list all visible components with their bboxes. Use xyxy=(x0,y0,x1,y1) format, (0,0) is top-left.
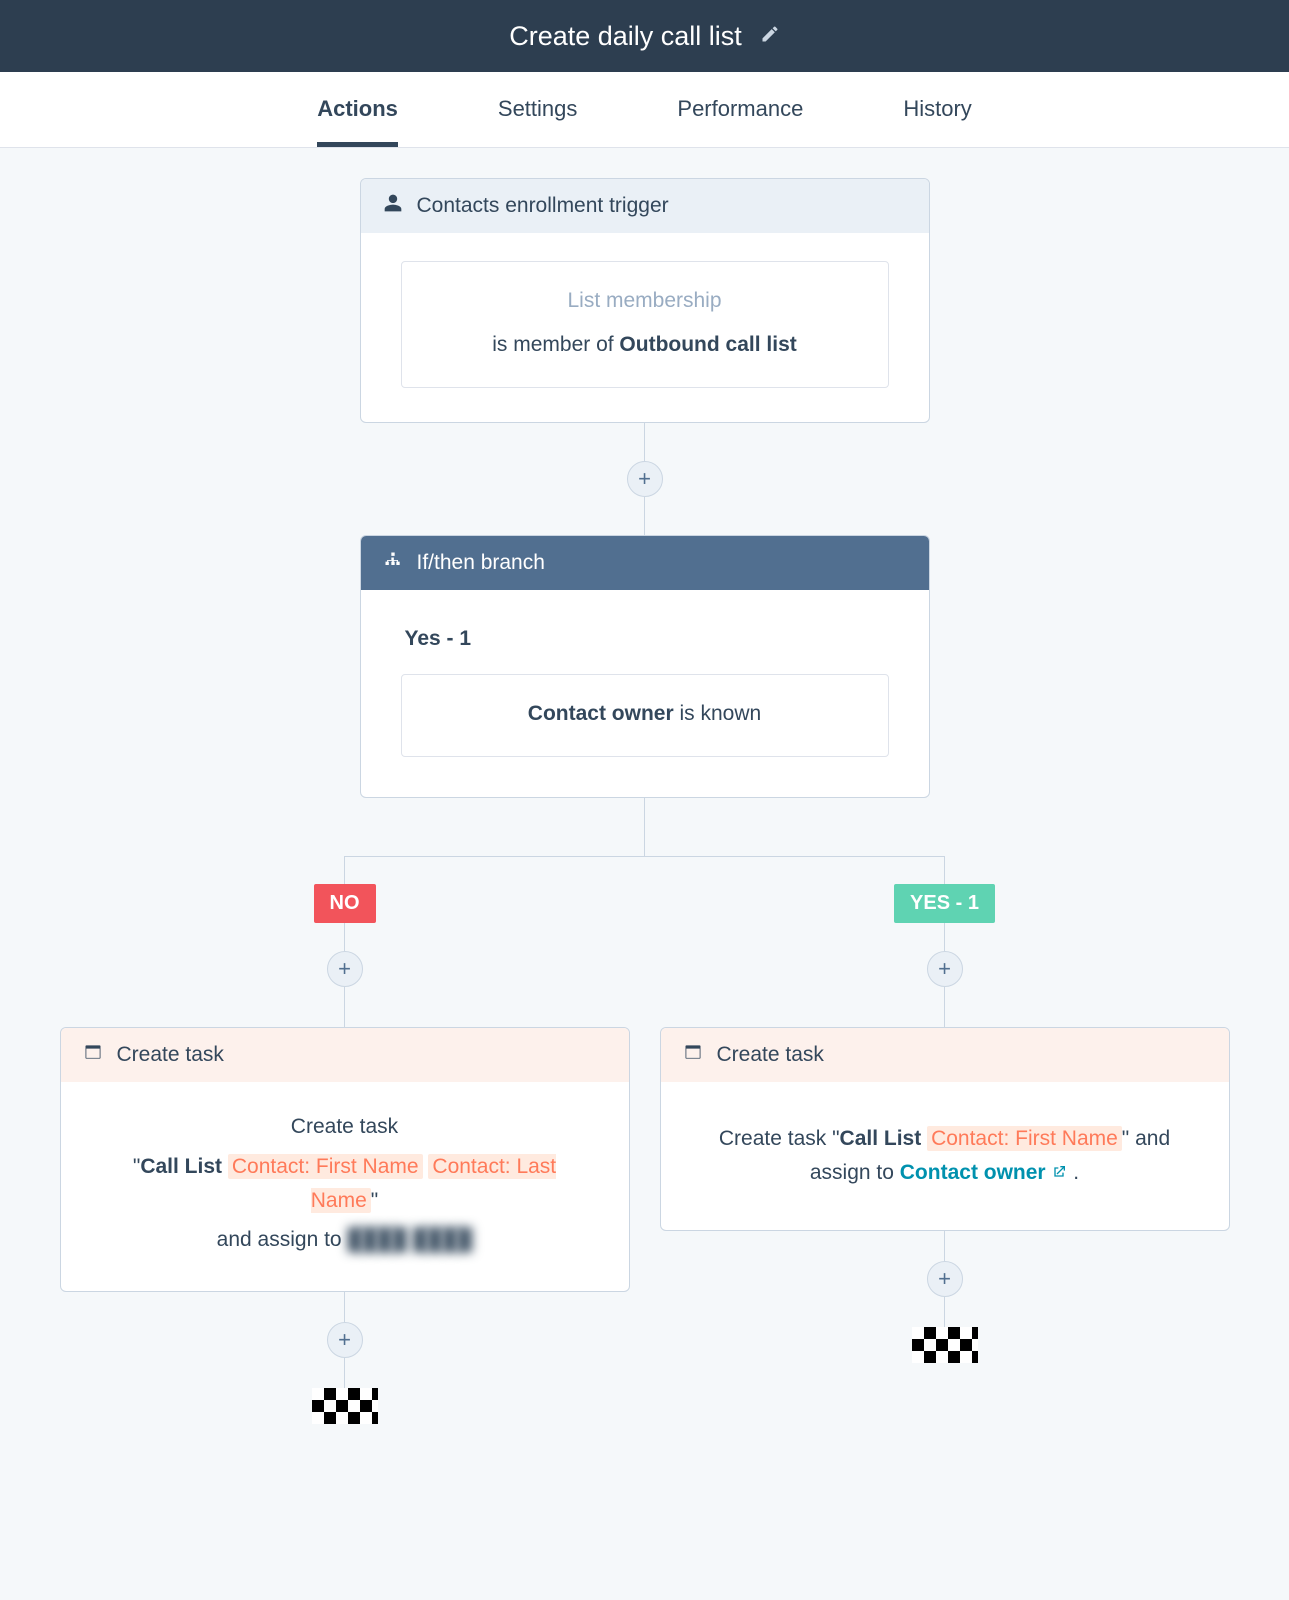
workflow-title: Create daily call list xyxy=(509,21,742,52)
connector xyxy=(344,923,345,951)
branch-no: NO + Create task Create task "Call List … xyxy=(60,856,630,1423)
task-line2: "Call List Contact: First Name Contact: … xyxy=(101,1150,589,1217)
tab-performance[interactable]: Performance xyxy=(677,96,803,147)
connector xyxy=(344,987,345,1027)
window-icon xyxy=(83,1042,103,1068)
sitemap-icon xyxy=(383,550,403,576)
assignee-masked: ████ ████ xyxy=(347,1228,472,1251)
finish-flag-icon xyxy=(912,1327,978,1363)
task-line3: and assign to ████ ████ xyxy=(101,1223,589,1257)
external-link-icon xyxy=(1051,1161,1067,1184)
tab-actions[interactable]: Actions xyxy=(317,96,398,147)
add-action-button[interactable]: + xyxy=(627,461,663,497)
finish-flag-icon xyxy=(312,1388,378,1424)
branch-yes-label: Yes - 1 xyxy=(405,622,889,656)
connector xyxy=(644,497,645,535)
branch-yes: YES - 1 + Create task Create task "Call … xyxy=(660,856,1230,1362)
create-task-card-no[interactable]: Create task Create task "Call List Conta… xyxy=(60,1027,630,1291)
branch-badge-no: NO xyxy=(314,884,376,923)
merge-token-first-name: Contact: First Name xyxy=(927,1126,1122,1151)
workflow-canvas: Contacts enrollment trigger List members… xyxy=(0,148,1289,1576)
branch-badge-yes: YES - 1 xyxy=(894,884,995,923)
connector xyxy=(644,798,645,856)
connector xyxy=(944,1231,945,1261)
connector xyxy=(944,856,945,884)
connector xyxy=(944,923,945,951)
branch-title: If/then branch xyxy=(417,551,545,575)
contact-owner-link[interactable]: Contact owner xyxy=(900,1161,1068,1184)
branch-header: If/then branch xyxy=(361,536,929,590)
task-text: Create task "Call List Contact: First Na… xyxy=(709,1122,1181,1189)
trigger-criteria-box[interactable]: List membership is member of Outbound ca… xyxy=(401,261,889,388)
connector xyxy=(344,1358,345,1388)
branch-card[interactable]: If/then branch Yes - 1 Contact owner is … xyxy=(360,535,930,798)
create-task-card-yes[interactable]: Create task Create task "Call List Conta… xyxy=(660,1027,1230,1230)
add-action-button[interactable]: + xyxy=(327,951,363,987)
trigger-title: Contacts enrollment trigger xyxy=(417,194,669,218)
branch-condition-box[interactable]: Contact owner is known xyxy=(401,674,889,758)
pencil-icon[interactable] xyxy=(760,24,780,49)
add-action-button[interactable]: + xyxy=(927,1261,963,1297)
tab-settings[interactable]: Settings xyxy=(498,96,578,147)
trigger-header: Contacts enrollment trigger xyxy=(361,179,929,233)
connector xyxy=(944,1297,945,1327)
window-icon xyxy=(683,1042,703,1068)
connector xyxy=(344,856,345,884)
merge-token-first-name: Contact: First Name xyxy=(228,1154,423,1179)
task-header: Create task xyxy=(661,1028,1229,1082)
task-header-text: Create task xyxy=(717,1043,824,1067)
add-action-button[interactable]: + xyxy=(327,1322,363,1358)
task-header-text: Create task xyxy=(117,1043,224,1067)
add-action-button[interactable]: + xyxy=(927,951,963,987)
connector xyxy=(344,1292,345,1322)
connector xyxy=(644,423,645,461)
connector xyxy=(944,987,945,1027)
title-bar: Create daily call list xyxy=(0,0,1289,72)
tab-bar: Actions Settings Performance History xyxy=(0,72,1289,148)
contact-icon xyxy=(383,193,403,219)
tab-history[interactable]: History xyxy=(903,96,971,147)
task-line1: Create task xyxy=(101,1110,589,1144)
task-header: Create task xyxy=(61,1028,629,1082)
criteria-text: is member of Outbound call list xyxy=(422,328,868,362)
criteria-label: List membership xyxy=(422,284,868,318)
trigger-card[interactable]: Contacts enrollment trigger List members… xyxy=(360,178,930,423)
